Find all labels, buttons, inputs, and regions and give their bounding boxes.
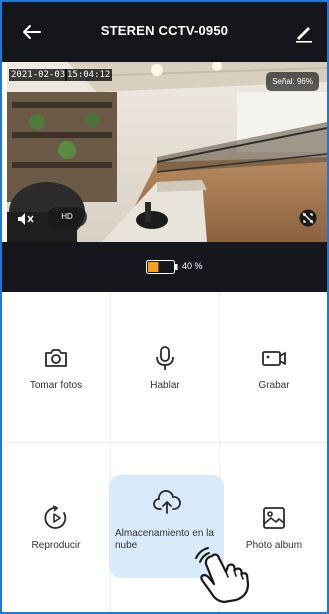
- battery-percent: 40 %: [182, 261, 203, 271]
- action-label: Reproducir: [31, 540, 81, 551]
- mute-button[interactable]: [17, 212, 35, 226]
- action-label: Grabar: [258, 380, 290, 391]
- camera-feed[interactable]: 2021-02-03 15:04:12 Señal: 96% HD: [7, 62, 327, 242]
- quality-button[interactable]: HD: [47, 207, 87, 227]
- playback-icon: [44, 505, 67, 529]
- edit-button[interactable]: [291, 18, 317, 46]
- arrow-left-icon: [23, 25, 41, 39]
- talk-button[interactable]: Hablar: [111, 292, 219, 402]
- speaker-mute-icon: [18, 213, 34, 225]
- grid-divider: [2, 442, 327, 443]
- record-button[interactable]: Grabar: [220, 292, 327, 402]
- battery-icon: [146, 260, 178, 274]
- time-stamp: 15:04:12: [65, 69, 113, 81]
- pencil-icon: [296, 27, 312, 43]
- camera-icon: [45, 349, 67, 367]
- fullscreen-toggle-icon: [299, 209, 317, 227]
- action-label: Hablar: [150, 380, 180, 391]
- signal-badge: Señal: 96%: [266, 72, 319, 91]
- fullscreen-button[interactable]: [299, 209, 317, 227]
- cloud-upload-icon: [152, 490, 181, 514]
- battery-bar: 40 %: [2, 242, 327, 292]
- playback-button[interactable]: Reproducir: [2, 452, 110, 562]
- action-label: Tomar fotos: [29, 380, 83, 391]
- date-stamp: 2021-02-03: [9, 69, 68, 81]
- tap-hand-icon: [195, 547, 250, 604]
- page-title: STEREN CCTV-0950: [100, 23, 229, 38]
- video-record-icon: [262, 351, 286, 366]
- action-grid: Tomar fotos Hablar Grabar Reproducir Alm…: [2, 292, 327, 612]
- top-bar: STEREN CCTV-0950: [2, 2, 327, 62]
- app-frame: STEREN CCTV-0950 2021-02-03 15:04:12 Señ…: [0, 0, 329, 614]
- take-photo-button[interactable]: Tomar fotos: [2, 292, 110, 402]
- microphone-icon: [156, 346, 174, 370]
- back-button[interactable]: [18, 18, 46, 46]
- image-album-icon: [263, 507, 285, 529]
